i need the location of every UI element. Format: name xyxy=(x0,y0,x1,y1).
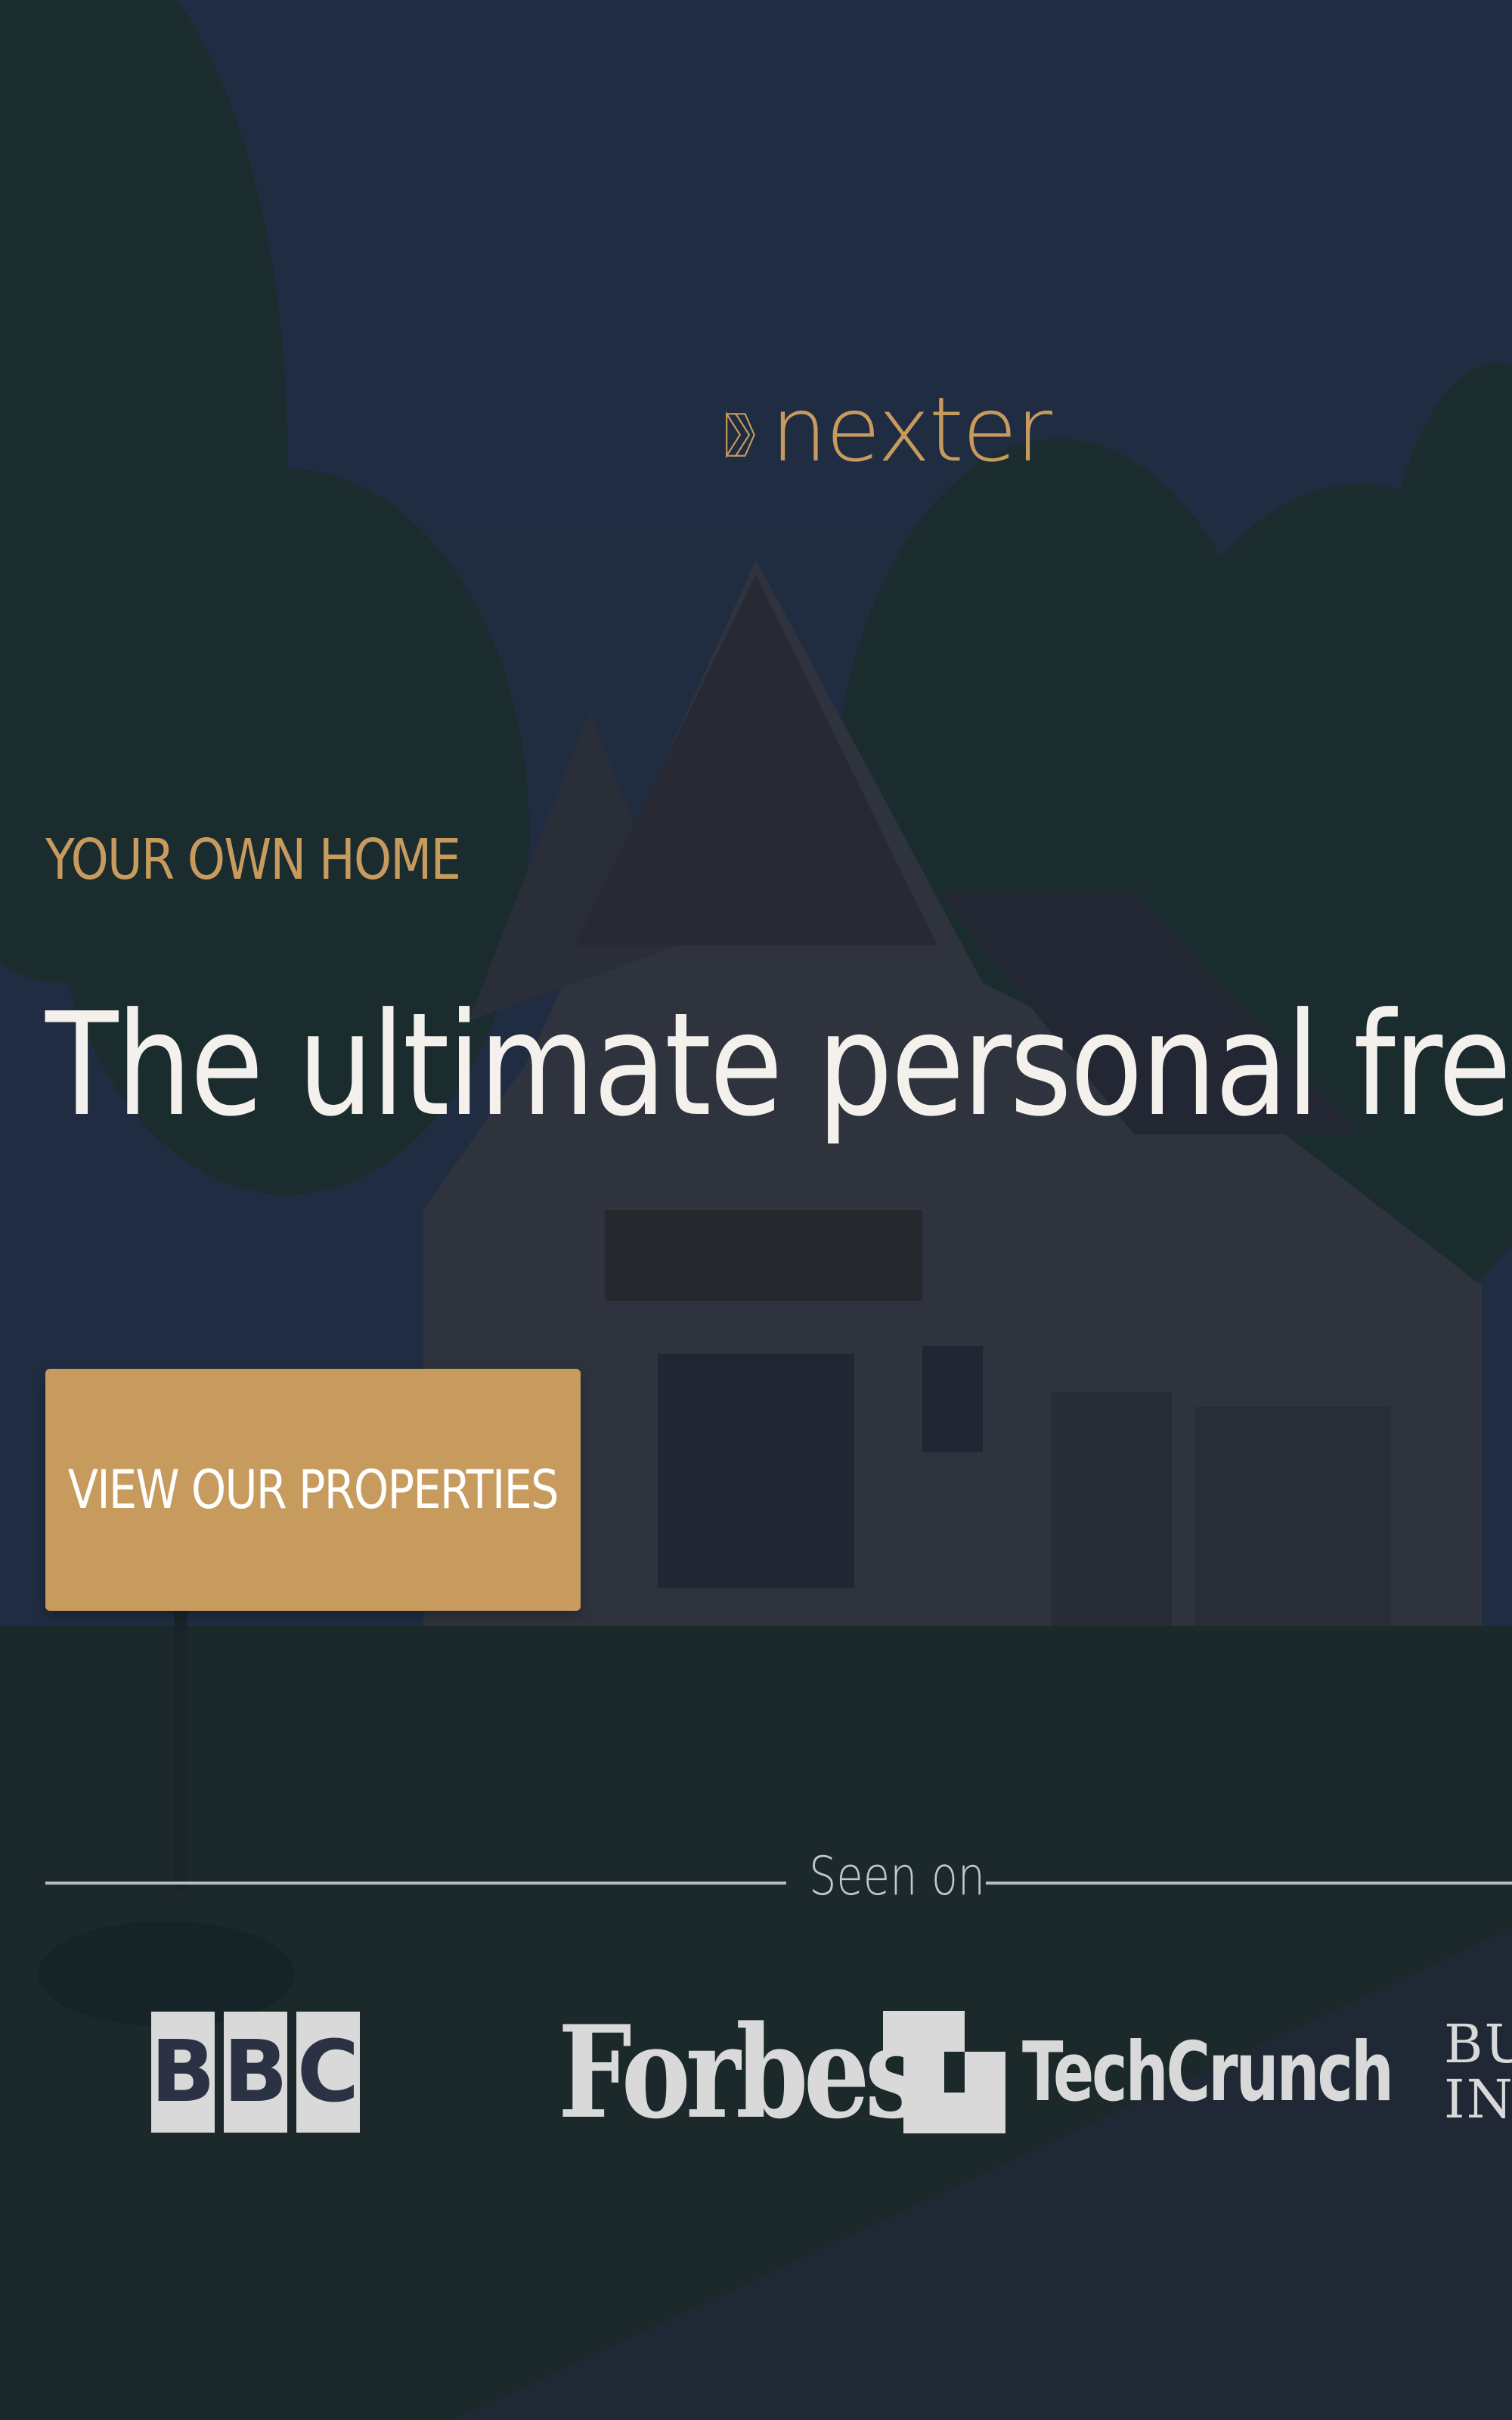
techcrunch-wordmark: TechCrunch xyxy=(1022,2024,1394,2120)
seen-on-divider: Seen on xyxy=(45,1845,1512,1921)
business-insider-line-2: INSI xyxy=(1444,2068,1512,2130)
hero-section: nexter YOUR OWN HOME The ultimate person… xyxy=(0,0,1512,2420)
forbes-logo: Forbes xyxy=(558,1997,923,2147)
bbc-letter-c: C xyxy=(296,2012,360,2133)
techcrunch-logo: TechCrunch xyxy=(883,2004,1512,2140)
brand-name: nexter xyxy=(770,377,1052,482)
bbc-letter-b2: B xyxy=(223,2012,288,2133)
seen-on-label: Seen on xyxy=(809,1845,986,1907)
divider-line-right xyxy=(986,1882,1512,1885)
bbc-letter-b1: B xyxy=(150,2012,215,2133)
hero-subtitle: YOUR OWN HOME xyxy=(45,827,461,892)
nexter-logo[interactable]: nexter xyxy=(726,363,1052,507)
triple-chevron-icon xyxy=(726,411,755,459)
divider-line-left xyxy=(45,1882,786,1885)
view-properties-label: VIEW OUR PROPERTIES xyxy=(67,1459,559,1521)
hero-headline: The ultimate personal freedom xyxy=(45,982,1512,1148)
press-logos: B B C Forbes TechCrunch BUSI INSI xyxy=(0,1997,1512,2147)
bbc-logo: B B C xyxy=(150,2004,360,2140)
business-insider-line-1: BUSI xyxy=(1444,2012,1512,2075)
techcrunch-mark-icon xyxy=(883,2011,1005,2133)
view-properties-button[interactable]: VIEW OUR PROPERTIES xyxy=(45,1369,581,1611)
business-insider-logo: BUSI INSI xyxy=(1444,2004,1512,2140)
